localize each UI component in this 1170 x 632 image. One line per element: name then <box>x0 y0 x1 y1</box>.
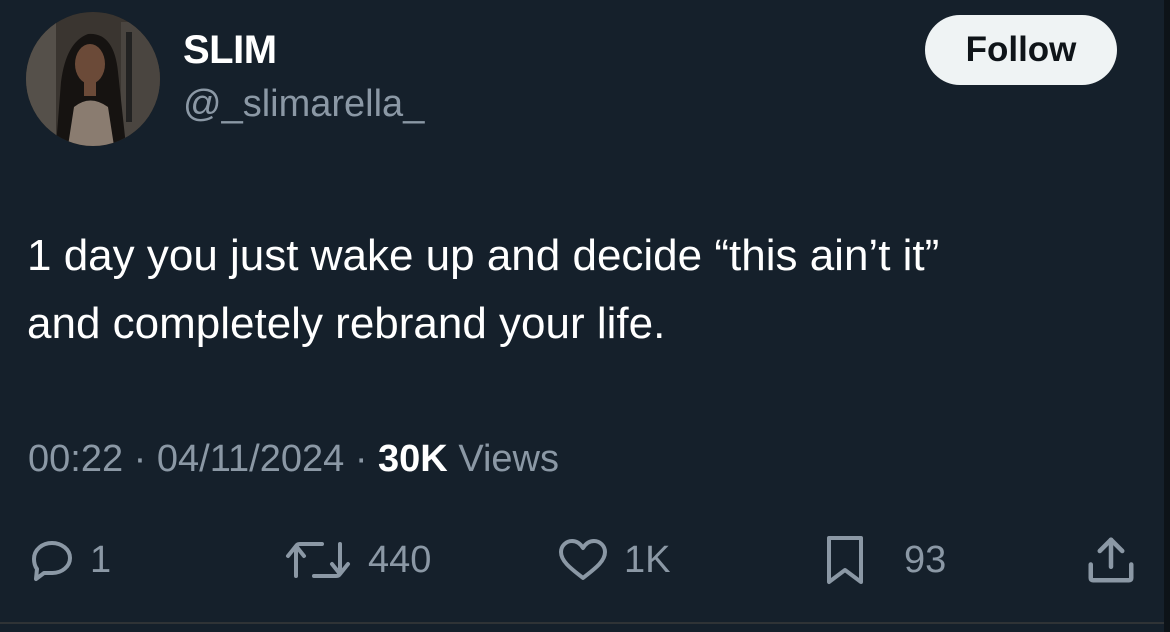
share-button[interactable] <box>1084 530 1138 590</box>
avatar-photo <box>26 12 160 146</box>
tweet-card: SLIM @_slimarella_ Follow 1 day you just… <box>0 0 1170 632</box>
retweet-count: 440 <box>368 538 432 581</box>
retweet-icon <box>282 536 354 584</box>
retweet-button[interactable]: 440 <box>282 530 431 590</box>
tweet-text-line-2: and completely rebrand your life. <box>27 299 666 348</box>
views-count: 30K <box>378 438 448 480</box>
meta-separator: · <box>133 438 147 480</box>
bookmark-count: 93 <box>904 538 947 581</box>
heart-icon <box>556 536 610 584</box>
tweet-text: 1 day you just wake up and decide “this … <box>27 222 1137 358</box>
follow-button[interactable]: Follow <box>925 15 1117 85</box>
tweet-date[interactable]: 04/11/2024 <box>157 438 344 480</box>
like-button[interactable]: 1K <box>556 530 670 590</box>
share-icon <box>1084 533 1138 587</box>
bookmark-button[interactable]: 93 <box>822 530 946 590</box>
action-bar: 1 440 1K 93 <box>0 530 1170 590</box>
reply-button[interactable]: 1 <box>28 530 111 590</box>
bookmark-icon <box>822 534 868 586</box>
bottom-divider <box>0 622 1170 624</box>
author-handle[interactable]: @_slimarella_ <box>183 82 424 126</box>
tweet-text-line-1: 1 day you just wake up and decide “this … <box>27 231 940 280</box>
tweet-time[interactable]: 00:22 <box>28 438 123 480</box>
views-label: Views <box>458 438 559 480</box>
reply-count: 1 <box>90 538 112 581</box>
avatar[interactable] <box>26 12 160 146</box>
meta-separator: · <box>354 438 368 480</box>
author-display-name[interactable]: SLIM <box>183 28 277 72</box>
reply-icon <box>28 536 76 584</box>
scrollbar[interactable] <box>1164 0 1170 632</box>
like-count: 1K <box>624 538 671 581</box>
tweet-meta: 00:22 · 04/11/2024 · 30K Views <box>28 436 559 482</box>
